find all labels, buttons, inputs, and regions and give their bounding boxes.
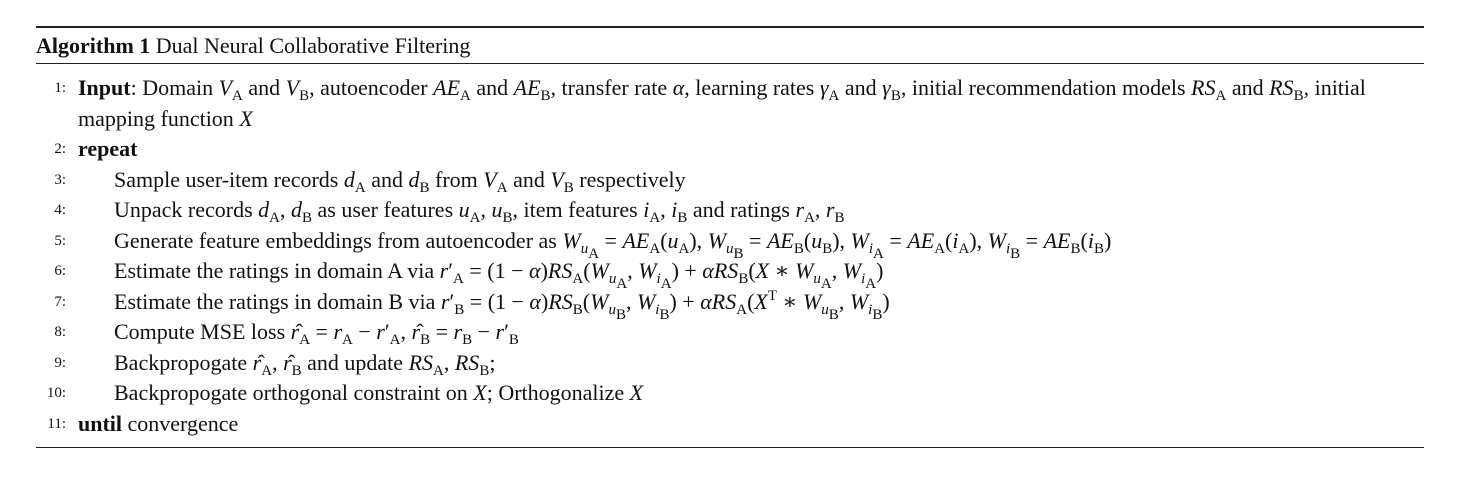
algorithm-line: 4: Unpack records dA, dB as user feature…	[36, 195, 1424, 226]
line-text: Unpack records dA, dB as user features u…	[114, 197, 845, 226]
line-text: Estimate the ratings in domain B via r′B…	[114, 287, 890, 323]
algorithm-block: Algorithm 1 Dual Neural Collaborative Fi…	[36, 26, 1424, 448]
line-number: 9:	[54, 354, 66, 371]
line-text: Sample user-item records dA and dB from …	[114, 166, 686, 196]
line-number: 4:	[54, 202, 66, 218]
line-number: 6:	[54, 263, 66, 279]
algorithm-line: 10: Backpropogate orthogonal constraint …	[36, 378, 1424, 409]
line-number: 5:	[54, 232, 66, 249]
line-number: 10:	[46, 385, 66, 401]
algorithm-line: 2: repeat	[36, 134, 1424, 165]
line-text: Generate feature embeddings from autoenc…	[114, 227, 1112, 262]
line-number: 11:	[47, 415, 66, 432]
line-text: repeat	[78, 136, 138, 161]
line-text: Backpropogate r̂A, r̂B and update RSA, R…	[114, 349, 496, 379]
algorithm-lines: 1: Input: Domain VA and VB, autoencoder …	[36, 64, 1424, 439]
line-number: 8:	[54, 324, 66, 340]
line-text: until convergence	[78, 410, 239, 436]
algorithm-label: Algorithm 1	[36, 33, 151, 58]
algorithm-line: 11: until convergence	[36, 409, 1424, 440]
line-text: Backpropogate orthogonal constraint on X…	[114, 380, 644, 405]
line-number: 2:	[54, 141, 66, 157]
algorithm-caption: Algorithm 1 Dual Neural Collaborative Fi…	[36, 28, 1424, 63]
algorithm-line: 7: Estimate the ratings in domain B via …	[36, 287, 1424, 323]
algorithm-line: 9: Backpropogate r̂A, r̂B and update RSA…	[36, 348, 1424, 379]
algorithm-line: 5: Generate feature embeddings from auto…	[36, 226, 1424, 262]
algorithm-line: 1: Input: Domain VA and VB, autoencoder …	[36, 73, 1424, 134]
algorithm-line: 6: Estimate the ratings in domain A via …	[36, 256, 1424, 292]
line-text: Input: Domain VA and VB, autoencoder AEA…	[78, 75, 1366, 131]
line-number: 1:	[54, 80, 66, 96]
algorithm-line: 8: Compute MSE loss r̂A = rA − r′A, r̂B …	[36, 317, 1424, 348]
line-text: Compute MSE loss r̂A = rA − r′A, r̂B = r…	[114, 319, 519, 348]
algorithm-line: 3: Sample user-item records dA and dB fr…	[36, 165, 1424, 196]
algorithm-title: Dual Neural Collaborative Filtering	[155, 33, 471, 58]
line-text: Estimate the ratings in domain A via r′A…	[114, 258, 884, 292]
bottom-rule	[36, 447, 1424, 448]
line-number: 7:	[54, 293, 66, 310]
line-number: 3:	[54, 171, 66, 188]
